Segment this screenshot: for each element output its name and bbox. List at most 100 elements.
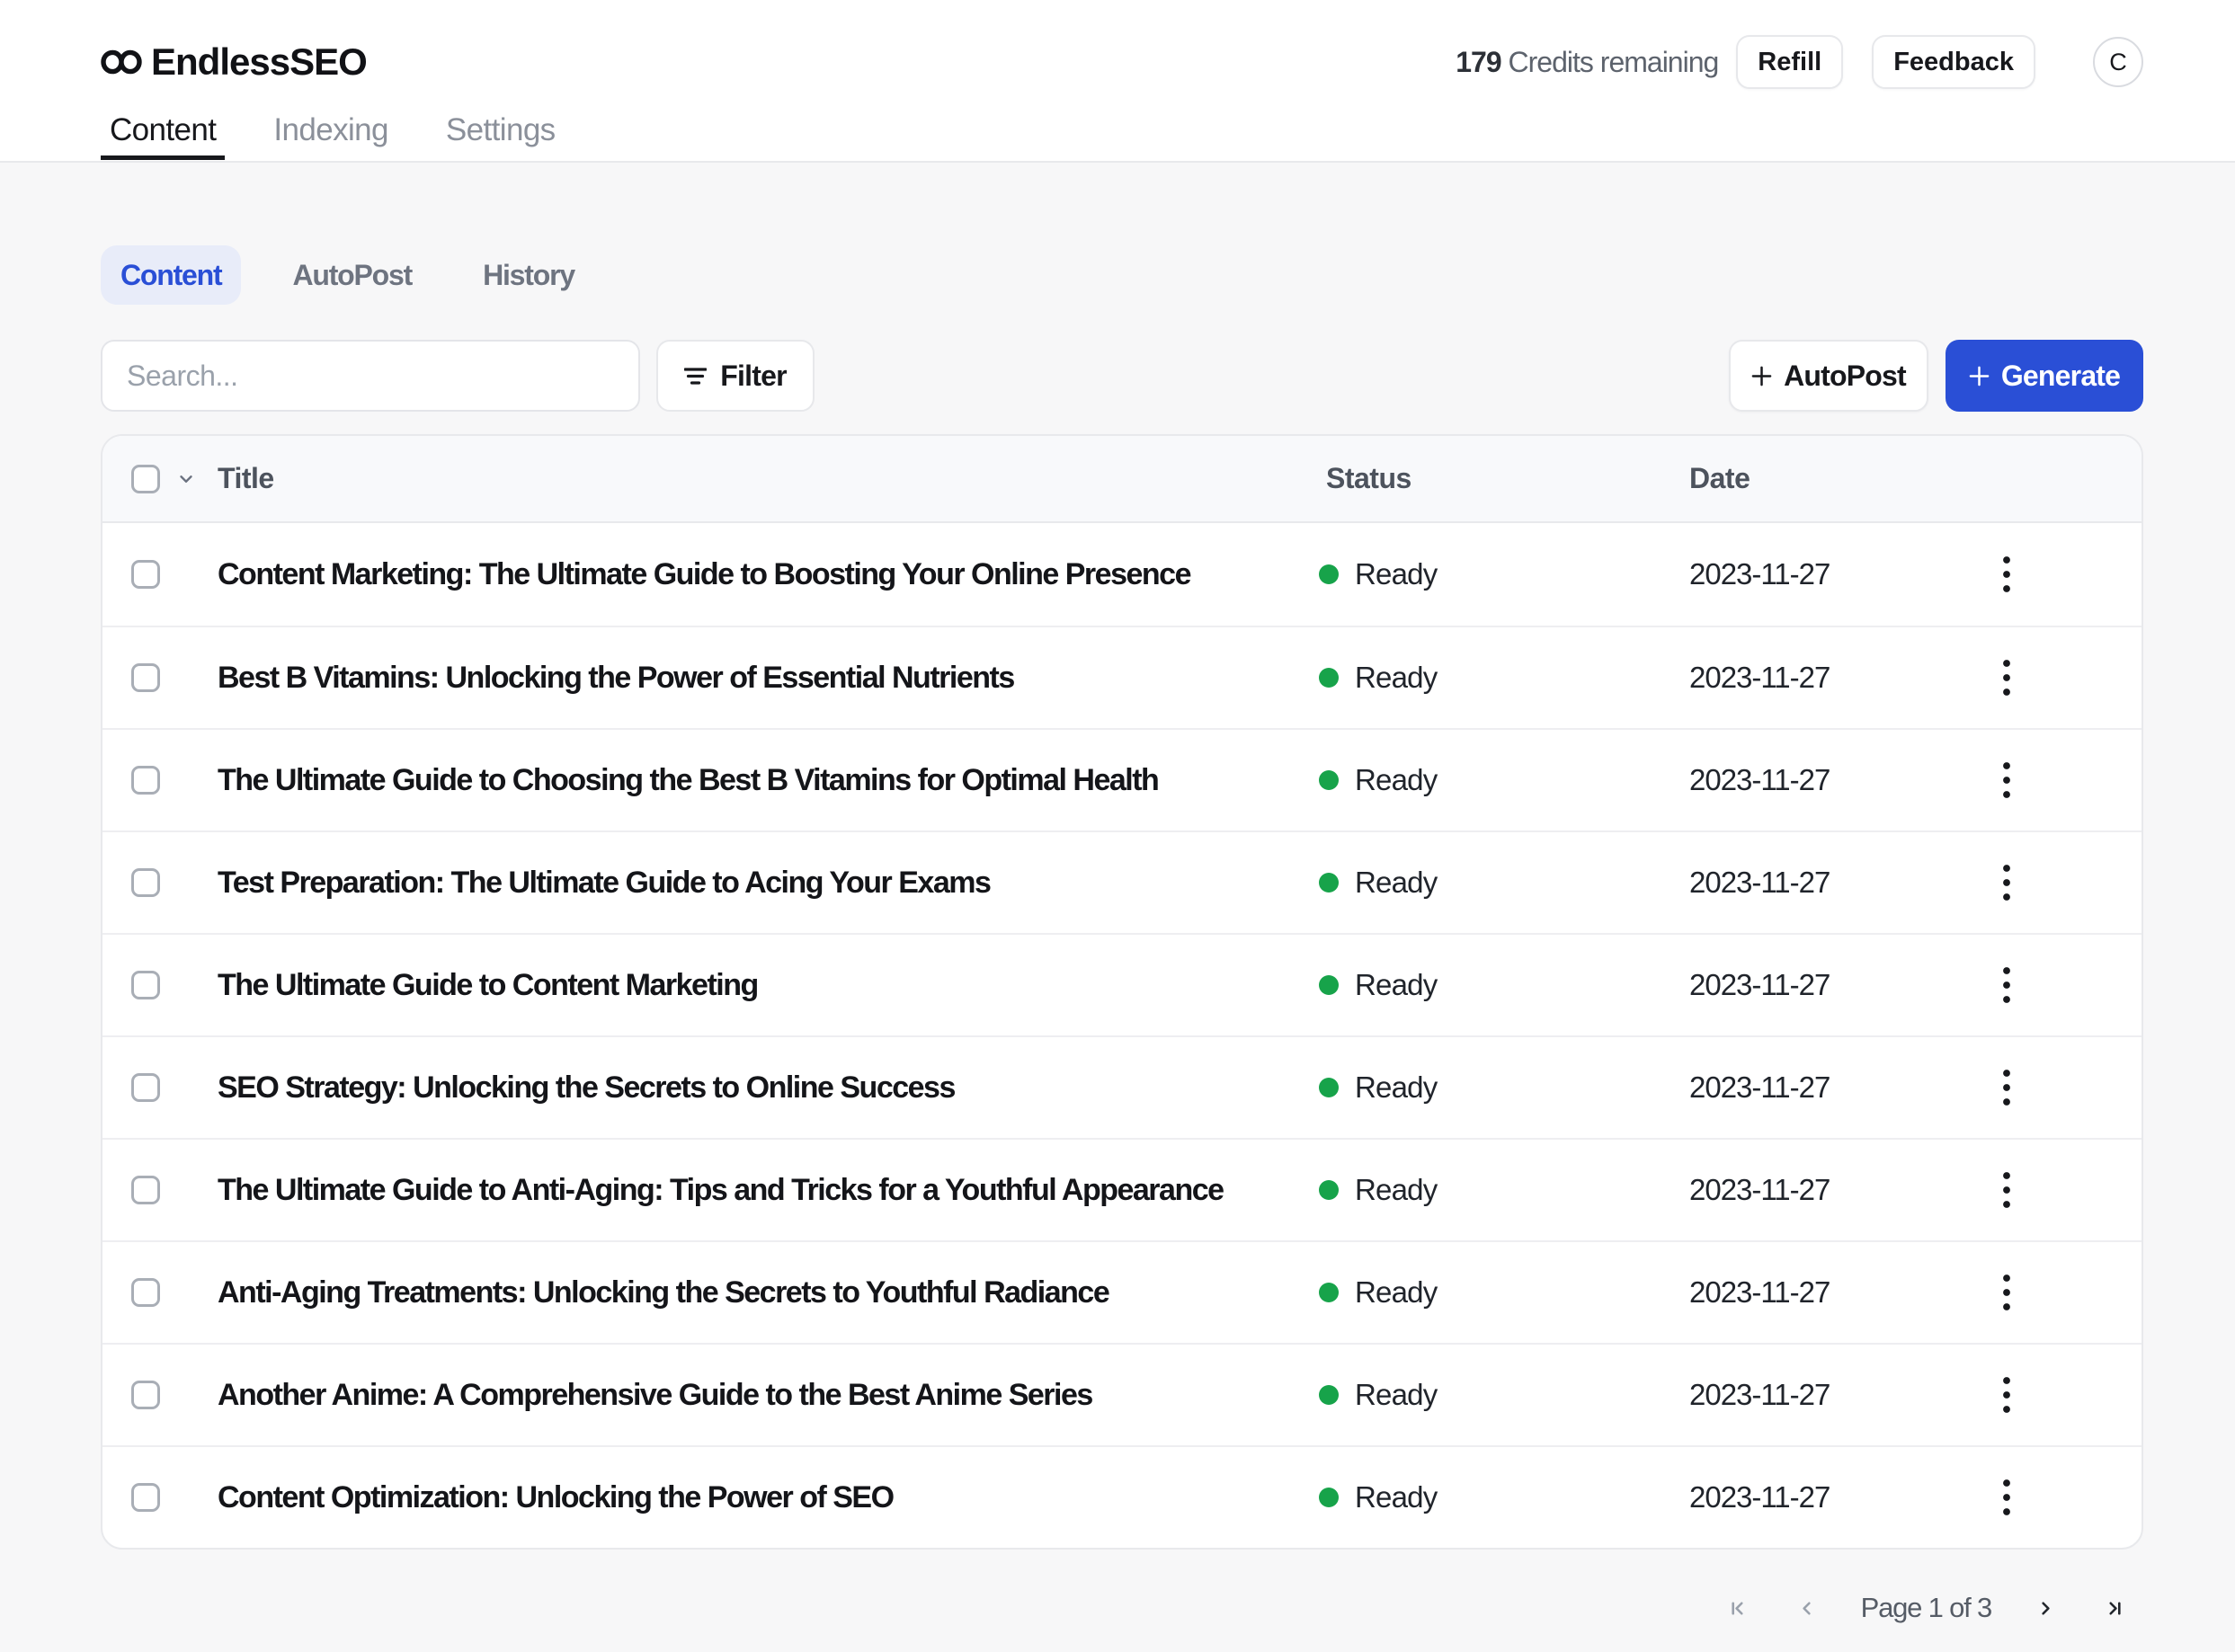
subtab-autopost[interactable]: AutoPost (272, 245, 432, 305)
row-status: Ready (1319, 1378, 1689, 1412)
app-header: EndlessSEO 179 Credits remaining Refill … (0, 0, 2235, 163)
row-checkbox[interactable] (131, 971, 160, 999)
kebab-menu-icon[interactable] (2002, 1479, 2011, 1516)
plus-icon (1751, 366, 1772, 386)
status-label: Ready (1355, 661, 1437, 695)
row-checkbox[interactable] (131, 1073, 160, 1102)
row-checkbox[interactable] (131, 1381, 160, 1409)
column-header-title: Title (218, 462, 1319, 495)
filter-label: Filter (720, 360, 786, 393)
infinity-logo-icon (101, 49, 142, 75)
kebab-menu-icon[interactable] (2002, 966, 2011, 1004)
feedback-button[interactable]: Feedback (1872, 35, 2035, 89)
credits-remaining: 179 Credits remaining (1456, 46, 1718, 79)
status-label: Ready (1355, 968, 1437, 1002)
generate-button[interactable]: Generate (1946, 340, 2143, 412)
status-dot-icon (1319, 564, 1339, 584)
status-label: Ready (1355, 866, 1437, 900)
row-status: Ready (1319, 661, 1689, 695)
row-title: Content Marketing: The Ultimate Guide to… (218, 557, 1319, 592)
kebab-menu-icon[interactable] (2002, 1376, 2011, 1414)
row-checkbox[interactable] (131, 1483, 160, 1512)
row-checkbox[interactable] (131, 868, 160, 897)
table-row: The Ultimate Guide to Choosing the Best … (102, 728, 2142, 830)
row-status: Ready (1319, 1070, 1689, 1105)
column-header-status: Status (1319, 462, 1689, 495)
row-checkbox[interactable] (131, 766, 160, 795)
row-status: Ready (1319, 763, 1689, 797)
filter-icon (684, 365, 707, 387)
status-label: Ready (1355, 763, 1437, 797)
sub-tabs: Content AutoPost History (101, 245, 2143, 305)
tab-indexing[interactable]: Indexing (264, 112, 397, 158)
status-dot-icon (1319, 1283, 1339, 1302)
main-content: Content AutoPost History Filter (0, 245, 2235, 1637)
status-dot-icon (1319, 1385, 1339, 1405)
kebab-menu-icon[interactable] (2002, 864, 2011, 901)
kebab-menu-icon[interactable] (2002, 555, 2011, 593)
refill-button[interactable]: Refill (1736, 35, 1843, 89)
status-dot-icon (1319, 975, 1339, 995)
row-status: Ready (1319, 1480, 1689, 1514)
row-status: Ready (1319, 866, 1689, 900)
status-label: Ready (1355, 1378, 1437, 1412)
kebab-menu-icon[interactable] (2002, 761, 2011, 799)
search-input[interactable] (101, 340, 640, 412)
row-date: 2023-11-27 (1689, 1173, 1951, 1207)
status-dot-icon (1319, 668, 1339, 688)
kebab-menu-icon[interactable] (2002, 1069, 2011, 1106)
kebab-menu-icon[interactable] (2002, 659, 2011, 697)
row-checkbox[interactable] (131, 1278, 160, 1307)
first-page-button[interactable] (1709, 1579, 1767, 1637)
row-date: 2023-11-27 (1689, 557, 1951, 591)
status-dot-icon (1319, 770, 1339, 790)
select-all-checkbox[interactable] (131, 465, 160, 493)
row-checkbox[interactable] (131, 663, 160, 692)
chevron-down-icon[interactable] (176, 469, 196, 489)
row-date: 2023-11-27 (1689, 1378, 1951, 1412)
tab-settings[interactable]: Settings (437, 112, 565, 158)
credits-label: Credits remaining (1509, 46, 1719, 78)
next-page-button[interactable] (2017, 1579, 2074, 1637)
autopost-label: AutoPost (1784, 360, 1906, 393)
avatar[interactable]: C (2093, 37, 2143, 87)
row-checkbox[interactable] (131, 1176, 160, 1204)
kebab-menu-icon[interactable] (2002, 1171, 2011, 1209)
autopost-button[interactable]: AutoPost (1729, 340, 1928, 412)
table-row: The Ultimate Guide to Content Marketing … (102, 933, 2142, 1035)
status-dot-icon (1319, 1488, 1339, 1507)
generate-label: Generate (2001, 360, 2120, 393)
row-date: 2023-11-27 (1689, 1275, 1951, 1310)
brand-title: EndlessSEO (151, 40, 367, 84)
row-status: Ready (1319, 557, 1689, 591)
row-date: 2023-11-27 (1689, 1480, 1951, 1514)
table-row: The Ultimate Guide to Anti-Aging: Tips a… (102, 1138, 2142, 1240)
table-row: Best B Vitamins: Unlocking the Power of … (102, 626, 2142, 728)
row-status: Ready (1319, 968, 1689, 1002)
previous-page-button[interactable] (1778, 1579, 1836, 1637)
row-title: Content Optimization: Unlocking the Powe… (218, 1480, 1319, 1515)
main-tabs: Content Indexing Settings (101, 112, 2143, 158)
content-table: Title Status Date Content Marketing: The… (101, 434, 2143, 1550)
page-indicator: Page 1 of 3 (1861, 1592, 1991, 1624)
pagination: Page 1 of 3 (101, 1579, 2143, 1637)
row-title: Test Preparation: The Ultimate Guide to … (218, 866, 1319, 901)
row-date: 2023-11-27 (1689, 763, 1951, 797)
status-label: Ready (1355, 1275, 1437, 1310)
row-date: 2023-11-27 (1689, 1070, 1951, 1105)
row-date: 2023-11-27 (1689, 866, 1951, 900)
status-dot-icon (1319, 873, 1339, 893)
last-page-button[interactable] (2086, 1579, 2143, 1637)
status-label: Ready (1355, 557, 1437, 591)
row-status: Ready (1319, 1275, 1689, 1310)
filter-button[interactable]: Filter (656, 340, 815, 412)
table-row: Content Optimization: Unlocking the Powe… (102, 1445, 2142, 1548)
tab-content[interactable]: Content (101, 112, 225, 158)
kebab-menu-icon[interactable] (2002, 1274, 2011, 1311)
subtab-content[interactable]: Content (101, 245, 241, 305)
row-checkbox[interactable] (131, 560, 160, 589)
row-title: The Ultimate Guide to Content Marketing (218, 968, 1319, 1003)
plus-icon (1969, 366, 1990, 386)
subtab-history[interactable]: History (463, 245, 594, 305)
status-label: Ready (1355, 1070, 1437, 1105)
